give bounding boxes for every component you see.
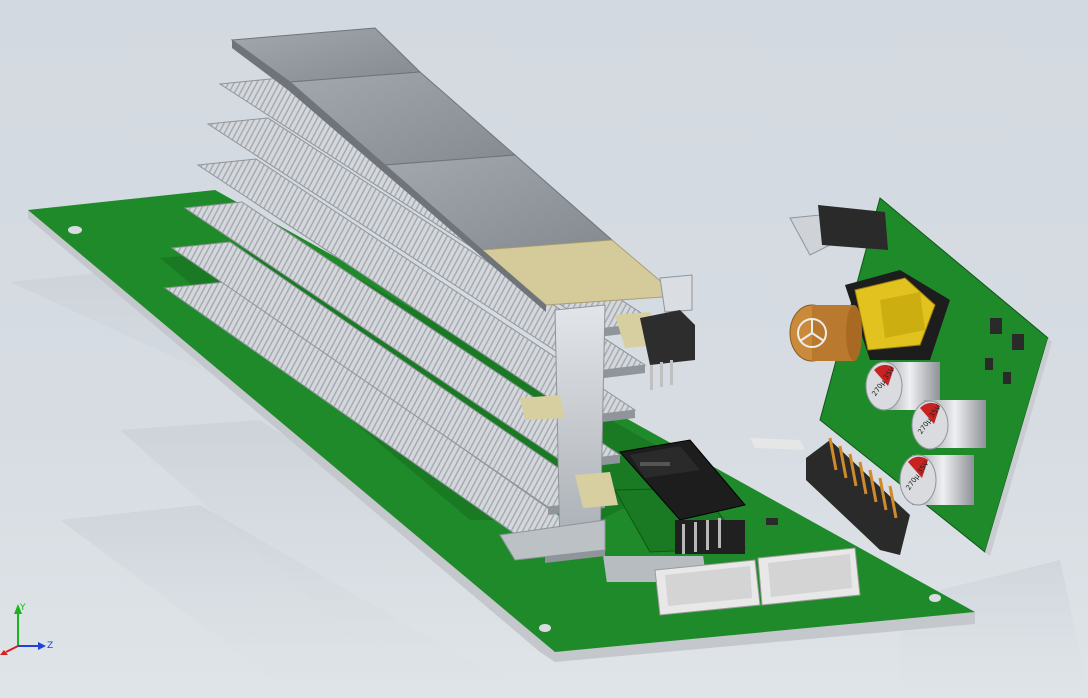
heatsink-spine xyxy=(554,304,606,551)
mount-hole xyxy=(68,226,82,234)
axis-triad: Y Z xyxy=(0,603,53,655)
voltage-regulator[interactable] xyxy=(789,205,888,256)
polymer-capacitor[interactable]: 270μ 35V xyxy=(911,400,986,450)
y-axis-label: Y xyxy=(19,603,26,613)
silk-strip xyxy=(750,438,805,450)
mosfet-bracket xyxy=(659,274,693,313)
z-arrow-icon xyxy=(38,642,46,650)
z-axis-label: Z xyxy=(47,641,53,651)
smd-part xyxy=(990,318,1002,334)
smd-part xyxy=(1012,334,1024,350)
smd-part xyxy=(766,518,778,525)
electrolytic-capacitor[interactable] xyxy=(789,304,862,362)
polymer-capacitor[interactable]: 270μ 35V xyxy=(899,454,974,506)
kapton-tab xyxy=(520,395,565,420)
jst-connector[interactable] xyxy=(654,559,761,616)
pin-header xyxy=(675,518,745,554)
mount-hole xyxy=(539,624,551,632)
smd-part xyxy=(1003,372,1011,384)
cad-viewport[interactable]: 270μ 35V 270μ 35V 270μ 35V Y Z xyxy=(0,0,1088,698)
x-axis xyxy=(5,645,19,653)
mount-hole xyxy=(929,594,941,602)
mosfet[interactable] xyxy=(640,310,695,390)
smd-part xyxy=(985,358,993,370)
jst-connector[interactable] xyxy=(757,547,861,606)
3d-model-scene[interactable]: 270μ 35V 270μ 35V 270μ 35V xyxy=(0,0,1088,698)
